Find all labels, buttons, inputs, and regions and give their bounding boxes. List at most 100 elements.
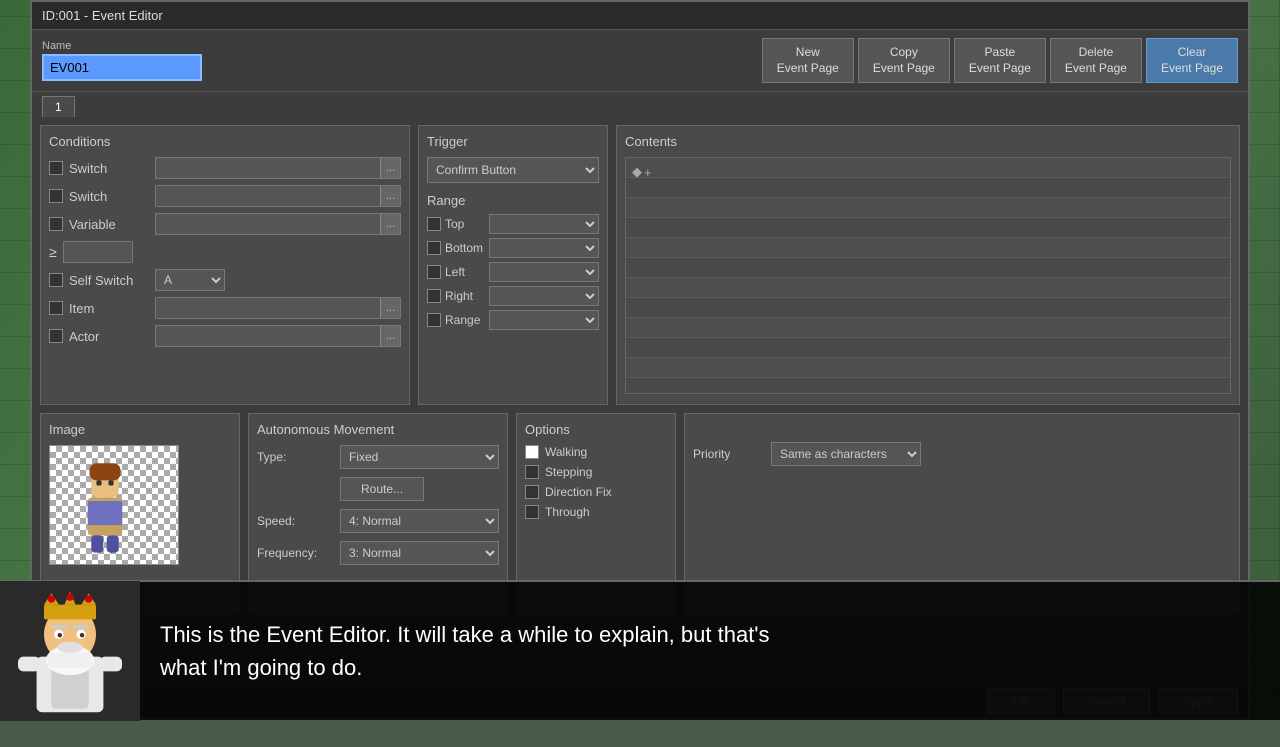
plus-icon: +	[644, 165, 652, 180]
content-stripe	[626, 218, 1230, 238]
condition-item-checkbox[interactable]	[49, 301, 63, 315]
priority-select[interactable]: Below characters Same as characters Abov…	[771, 442, 921, 466]
condition-selfswitch-label: Self Switch	[69, 273, 149, 288]
range-range-select[interactable]	[489, 310, 599, 330]
condition-selfswitch-select[interactable]: A B C D	[155, 269, 225, 291]
condition-variable-btn[interactable]: …	[380, 214, 400, 234]
condition-item-row: Item …	[49, 297, 401, 319]
clear-event-page-button[interactable]: ClearEvent Page	[1146, 38, 1238, 83]
range-right-select[interactable]	[489, 286, 599, 306]
name-label: Name	[42, 40, 202, 52]
copy-event-page-button[interactable]: CopyEvent Page	[858, 38, 950, 83]
condition-switch2-row: Switch …	[49, 185, 401, 207]
option-walking-label: Walking	[545, 445, 587, 459]
contents-title: Contents	[625, 134, 1231, 149]
option-walking-checkbox[interactable]	[525, 445, 539, 459]
dialog-title: ID:001 - Event Editor	[42, 8, 163, 23]
condition-switch1-checkbox[interactable]	[49, 161, 63, 175]
range-top-checkbox[interactable]	[427, 217, 441, 231]
top-panels: Conditions Switch … Switch …	[40, 125, 1240, 405]
condition-switch1-row: Switch …	[49, 157, 401, 179]
movement-speed-label: Speed:	[257, 514, 332, 528]
condition-variable-label: Variable	[69, 217, 149, 232]
contents-area: ◆ +	[625, 157, 1231, 394]
option-stepping-checkbox[interactable]	[525, 465, 539, 479]
condition-actor-label: Actor	[69, 329, 149, 344]
delete-event-page-button[interactable]: DeleteEvent Page	[1050, 38, 1142, 83]
content-stripe	[626, 318, 1230, 338]
condition-switch2-label: Switch	[69, 189, 149, 204]
condition-actor-field[interactable]: …	[155, 325, 401, 347]
option-directionfix-row: Direction Fix	[525, 485, 667, 499]
movement-freq-label: Frequency:	[257, 546, 332, 560]
name-section: Name	[42, 40, 202, 81]
condition-switch1-label: Switch	[69, 161, 149, 176]
range-top-select[interactable]	[489, 214, 599, 234]
movement-speed-row: Speed: 1: Slowest 2: Slower 3: Slow 4: N…	[257, 509, 499, 533]
range-left-checkbox[interactable]	[427, 265, 441, 279]
character-image-preview[interactable]	[49, 445, 179, 565]
range-left-select[interactable]	[489, 262, 599, 282]
priority-row: Priority Below characters Same as charac…	[693, 442, 1231, 466]
condition-variable-value-row: ≥	[49, 241, 401, 263]
content-stripe	[626, 298, 1230, 318]
image-title: Image	[49, 422, 231, 437]
condition-switch1-btn[interactable]: …	[380, 158, 400, 178]
option-directionfix-checkbox[interactable]	[525, 485, 539, 499]
range-range-checkbox[interactable]	[427, 313, 441, 327]
dialogue-avatar	[0, 581, 140, 721]
trigger-title: Trigger	[427, 134, 599, 149]
option-through-label: Through	[545, 505, 590, 519]
range-right-checkbox[interactable]	[427, 289, 441, 303]
range-title: Range	[427, 193, 599, 208]
option-stepping-label: Stepping	[545, 465, 592, 479]
condition-actor-row: Actor …	[49, 325, 401, 347]
movement-freq-row: Frequency: 1: Lowest 2: Lower 3: Normal …	[257, 541, 499, 565]
route-button[interactable]: Route...	[340, 477, 424, 501]
range-bottom-label: Bottom	[445, 241, 485, 255]
toolbar: Name NewEvent Page CopyEvent Page PasteE…	[32, 30, 1248, 92]
dialogue-overlay: This is the Event Editor. It will take a…	[0, 580, 1280, 720]
option-through-row: Through	[525, 505, 667, 519]
movement-type-label: Type:	[257, 450, 332, 464]
movement-title: Autonomous Movement	[257, 422, 499, 437]
content-stripe	[626, 358, 1230, 378]
event-name-input[interactable]	[42, 54, 202, 81]
range-right-label: Right	[445, 289, 485, 303]
range-right-row: Right	[427, 286, 599, 306]
content-stripe	[626, 178, 1230, 198]
movement-speed-select[interactable]: 1: Slowest 2: Slower 3: Slow 4: Normal 5…	[340, 509, 499, 533]
range-top-label: Top	[445, 217, 485, 231]
condition-variable-value-input[interactable]	[63, 241, 133, 263]
condition-variable-checkbox[interactable]	[49, 217, 63, 231]
condition-switch2-btn[interactable]: …	[380, 186, 400, 206]
movement-type-select[interactable]: Fixed Random Approach Custom	[340, 445, 499, 469]
condition-actor-checkbox[interactable]	[49, 329, 63, 343]
condition-item-field[interactable]: …	[155, 297, 401, 319]
toolbar-buttons: NewEvent Page CopyEvent Page PasteEvent …	[762, 38, 1238, 83]
condition-switch2-field[interactable]: …	[155, 185, 401, 207]
condition-actor-btn[interactable]: …	[380, 326, 400, 346]
new-event-page-button[interactable]: NewEvent Page	[762, 38, 854, 83]
option-through-checkbox[interactable]	[525, 505, 539, 519]
condition-item-btn[interactable]: …	[380, 298, 400, 318]
character-sprite	[50, 446, 160, 556]
condition-switch2-checkbox[interactable]	[49, 189, 63, 203]
condition-selfswitch-checkbox[interactable]	[49, 273, 63, 287]
range-bottom-select[interactable]	[489, 238, 599, 258]
trigger-select[interactable]: Confirm Button Player Touch Event Touch …	[427, 157, 599, 183]
paste-event-page-button[interactable]: PasteEvent Page	[954, 38, 1046, 83]
option-walking-row: Walking	[525, 445, 667, 459]
movement-freq-select[interactable]: 1: Lowest 2: Lower 3: Normal 4: High 5: …	[340, 541, 499, 565]
range-left-label: Left	[445, 265, 485, 279]
contents-add-btn[interactable]: ◆ +	[632, 164, 652, 180]
content-stripe	[626, 278, 1230, 298]
range-bottom-checkbox[interactable]	[427, 241, 441, 255]
content-stripe	[626, 338, 1230, 358]
condition-switch1-field[interactable]: …	[155, 157, 401, 179]
movement-type-row: Type: Fixed Random Approach Custom	[257, 445, 499, 469]
tab-1[interactable]: 1	[42, 96, 75, 117]
condition-variable-field[interactable]: …	[155, 213, 401, 235]
content-stripe	[626, 258, 1230, 278]
title-bar: ID:001 - Event Editor	[32, 2, 1248, 30]
